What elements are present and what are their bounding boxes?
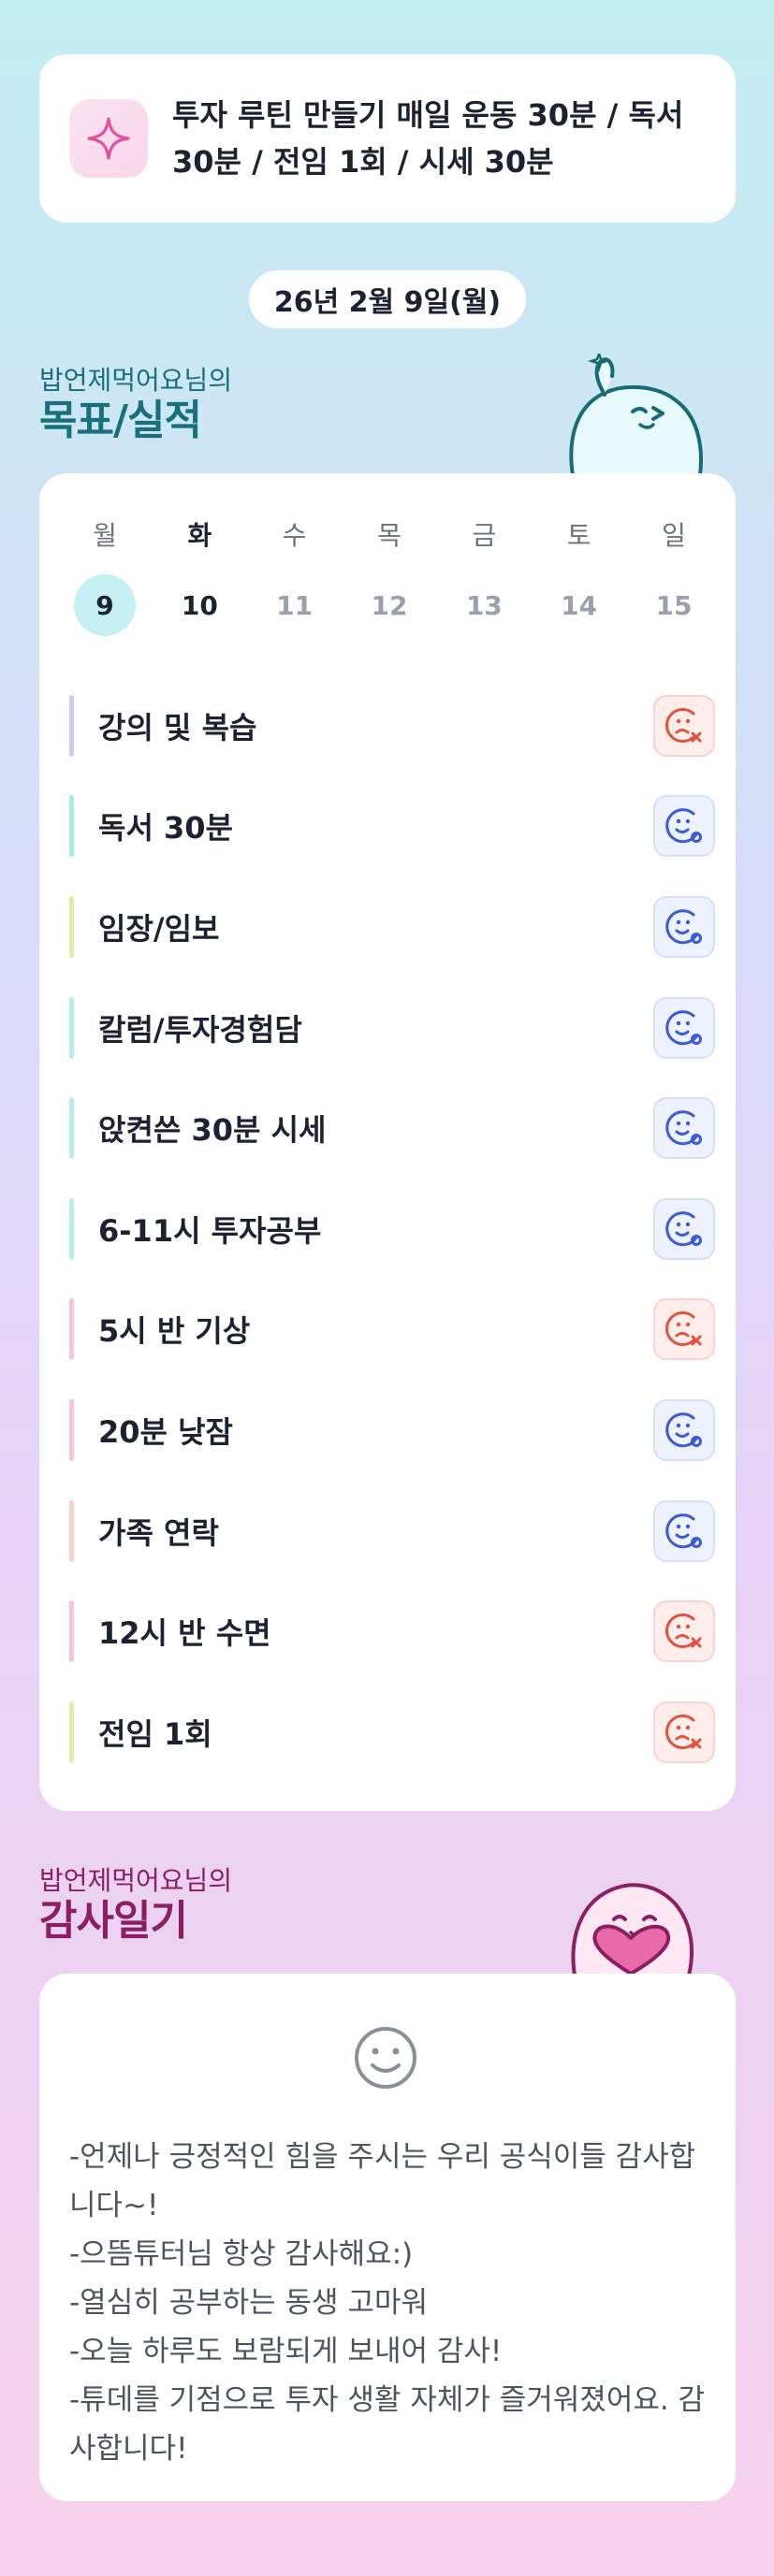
day-name: 금 — [472, 520, 497, 551]
routine-section-subtitle: 밥언제먹어요님의 — [39, 365, 233, 396]
day-number[interactable]: 12 — [358, 574, 420, 636]
task-label: 독서 30분 — [98, 810, 233, 847]
thanks-section-subtitle: 밥언제먹어요님의 — [39, 1865, 233, 1896]
gratitude-line: -으뜸튜터님 항상 감사해요:) — [69, 2237, 414, 2271]
task-row[interactable]: 강의 및 복습 — [69, 675, 715, 776]
date-selector[interactable]: 26년 2월 9일(월) — [249, 270, 526, 328]
task-label: 가족 연락 — [98, 1514, 219, 1551]
task-label: 20분 낮잠 — [98, 1413, 233, 1450]
smile-face-icon[interactable] — [352, 2024, 419, 2095]
day-name: 월 — [93, 520, 117, 551]
task-label: 강의 및 복습 — [98, 709, 257, 745]
thanks-section-title: 감사일기 — [39, 1897, 188, 1945]
routine-card: 월 9 화 10 수 11 목 12 금 13 토 14 일 15 강의 및 복… — [39, 473, 736, 1811]
task-label: 앉켠쓴 30분 시세 — [98, 1112, 327, 1149]
task-label: 칼럼/투자경험담 — [98, 1011, 302, 1048]
day-name: 토 — [566, 520, 591, 551]
gratitude-text: -언제나 긍정적인 힘을 주시는 우리 공식이들 감사합니다~! -으뜸튜터님 … — [69, 2133, 715, 2473]
day-name: 목 — [377, 520, 402, 551]
task-list: 강의 및 복습독서 30분임장/임보칼럼/투자경험담앉켠쓴 30분 시세 6-11… — [69, 675, 715, 1783]
day-number[interactable]: 10 — [168, 574, 230, 636]
task-label: 전임 1회 — [98, 1715, 212, 1752]
status-done-icon[interactable] — [653, 1197, 715, 1260]
day-number[interactable]: 11 — [264, 574, 326, 636]
status-done-icon[interactable] — [653, 996, 715, 1059]
task-label: 임장/임보 — [98, 910, 220, 947]
task-row[interactable]: 12시 반 수면 — [69, 1581, 715, 1682]
routine-section-title: 목표/실적 — [39, 397, 202, 444]
day-col-thu[interactable]: 목 12 — [356, 518, 423, 636]
task-color-bar — [69, 1398, 74, 1461]
status-fail-icon[interactable] — [653, 1298, 715, 1361]
day-col-sat[interactable]: 토 14 — [546, 518, 613, 636]
status-fail-icon[interactable] — [653, 1700, 715, 1763]
task-row[interactable]: 가족 연락 — [69, 1481, 715, 1582]
gratitude-line: -오늘 하루도 보람되게 보내어 감사! — [69, 2335, 503, 2368]
goal-text: 투자 루틴 만들기 매일 운동 30분 / 독서 30분 / 전임 1회 / 시… — [172, 97, 684, 180]
heart-mascot-icon — [554, 1854, 704, 1979]
task-row[interactable]: 독서 30분 — [69, 776, 715, 877]
goal-card[interactable]: 투자 루틴 만들기 매일 운동 30분 / 독서 30분 / 전임 1회 / 시… — [39, 54, 736, 223]
day-name: 일 — [662, 520, 686, 551]
task-label: 12시 반 수면 — [98, 1615, 271, 1652]
task-color-bar — [69, 795, 74, 858]
status-fail-icon[interactable] — [653, 1600, 715, 1663]
day-col-mon[interactable]: 월 9 — [71, 518, 139, 636]
task-row[interactable]: 앉켠쓴 30분 시세 — [69, 1078, 715, 1179]
task-label: 6-11시 투자공부 — [98, 1212, 322, 1249]
task-row[interactable]: 20분 낮잠 — [69, 1380, 715, 1481]
day-number[interactable]: 14 — [548, 574, 610, 636]
status-done-icon[interactable] — [653, 895, 715, 958]
day-number[interactable]: 15 — [643, 574, 705, 636]
day-col-tue[interactable]: 화 10 — [166, 518, 233, 636]
gratitude-line: -언제나 긍정적인 힘을 주시는 우리 공식이들 감사합니다~! — [69, 2140, 696, 2222]
week-strip: 월 9 화 10 수 11 목 12 금 13 토 14 일 15 — [71, 518, 708, 636]
status-done-icon[interactable] — [653, 1097, 715, 1160]
task-row[interactable]: 임장/임보 — [69, 876, 715, 977]
task-color-bar — [69, 895, 74, 958]
day-number-selected[interactable]: 9 — [74, 574, 136, 636]
task-color-bar — [69, 1097, 74, 1160]
day-name: 수 — [282, 520, 307, 551]
status-fail-icon[interactable] — [653, 694, 715, 757]
day-number[interactable]: 13 — [453, 574, 515, 636]
status-done-icon[interactable] — [653, 1398, 715, 1461]
task-row[interactable]: 5시 반 기상 — [69, 1280, 715, 1381]
task-color-bar — [69, 1298, 74, 1361]
task-color-bar — [69, 1700, 74, 1763]
task-row[interactable]: 칼럼/투자경험담 — [69, 977, 715, 1078]
gratitude-line: -열심히 공부하는 동생 고마워 — [69, 2286, 428, 2320]
task-row[interactable]: 6-11시 투자공부 — [69, 1179, 715, 1280]
gratitude-card: -언제나 긍정적인 힘을 주시는 우리 공식이들 감사합니다~! -으뜸튜터님 … — [39, 1974, 736, 2501]
task-color-bar — [69, 1197, 74, 1260]
sparkle-icon — [69, 99, 148, 178]
thanks-section-header: 밥언제먹어요님의 감사일기 — [39, 1865, 232, 1946]
waving-mascot-icon — [560, 350, 709, 479]
day-col-sun[interactable]: 일 15 — [640, 518, 708, 636]
day-name: 화 — [187, 520, 212, 551]
gratitude-line: -튜데를 기점으로 투자 생활 자체가 즐거워졌어요. 감사합니다! — [69, 2383, 706, 2466]
task-color-bar — [69, 694, 74, 757]
day-col-fri[interactable]: 금 13 — [450, 518, 518, 636]
task-label: 5시 반 기상 — [98, 1313, 251, 1350]
task-color-bar — [69, 1499, 74, 1562]
task-color-bar — [69, 1600, 74, 1663]
status-done-icon[interactable] — [653, 795, 715, 858]
task-color-bar — [69, 996, 74, 1059]
day-col-wed[interactable]: 수 11 — [261, 518, 329, 636]
task-row[interactable]: 전임 1회 — [69, 1682, 715, 1783]
routine-section-header: 밥언제먹어요님의 목표/실적 — [39, 365, 232, 445]
status-done-icon[interactable] — [653, 1499, 715, 1562]
